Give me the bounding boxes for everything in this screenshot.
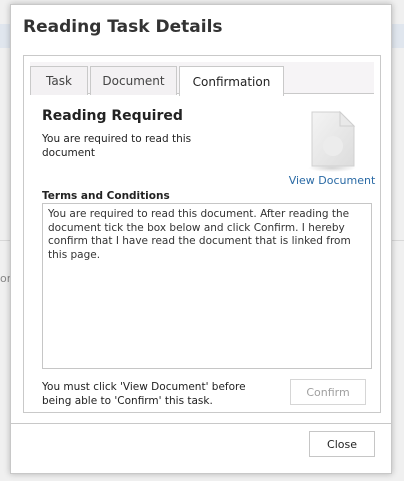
terms-label: Terms and Conditions (42, 190, 170, 202)
tab-confirmation[interactable]: Confirmation (179, 66, 284, 96)
tab-task[interactable]: Task (30, 66, 88, 95)
confirm-button[interactable]: Confirm (290, 379, 366, 405)
dialog-title: Reading Task Details (23, 17, 223, 37)
tab-document[interactable]: Document (90, 66, 177, 95)
confirmation-pane: Reading Required You are required to rea… (42, 108, 375, 412)
tab-panel: Task Document Confirmation Reading Requi… (23, 55, 381, 413)
close-button[interactable]: Close (309, 431, 375, 457)
view-document-link[interactable]: View Document (282, 174, 382, 187)
document-icon[interactable] (304, 108, 360, 172)
reading-required-heading: Reading Required (42, 108, 183, 124)
reading-task-dialog: Reading Task Details Task Document Confi… (10, 4, 392, 474)
confirm-instruction-note: You must click 'View Document' before be… (42, 381, 246, 407)
tab-bar: Task Document Confirmation (30, 62, 374, 96)
dialog-footer-divider (11, 423, 391, 424)
terms-textarea[interactable]: You are required to read this document. … (42, 203, 372, 369)
reading-required-description: You are required to read this document (42, 133, 192, 159)
